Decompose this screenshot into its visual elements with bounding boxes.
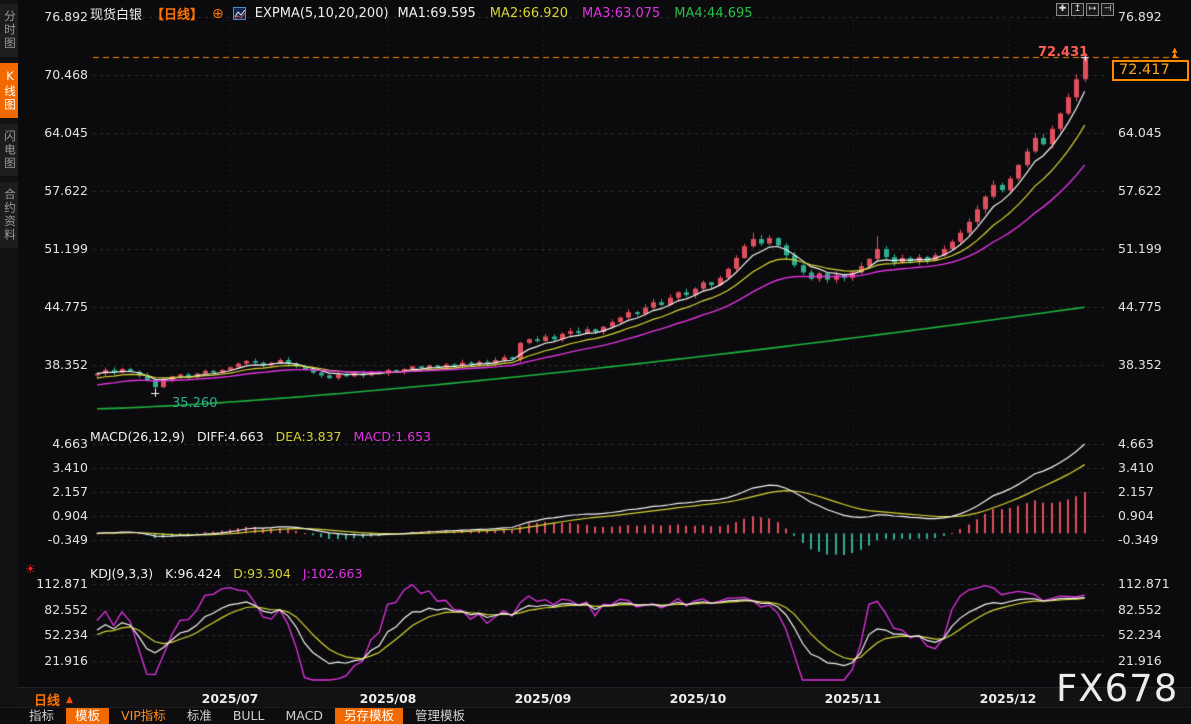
price-axis-label: 51.199 bbox=[44, 240, 88, 256]
kdj-axis-label: 82.552 bbox=[44, 601, 88, 617]
ma-value-4: MA4:44.695 bbox=[674, 6, 753, 21]
price-axis-label: 76.892 bbox=[1118, 9, 1162, 24]
price-axis-label: 44.775 bbox=[1118, 298, 1162, 314]
toolbar-item-6[interactable]: MACD bbox=[276, 708, 331, 724]
kdj-axis-label: 52.234 bbox=[1118, 627, 1162, 643]
price-axis-label: 64.045 bbox=[1118, 124, 1162, 140]
price-axis-label: 44.775 bbox=[44, 298, 88, 314]
macd-axis-label: 4.663 bbox=[1118, 436, 1154, 451]
macd-axis-label: 2.157 bbox=[52, 484, 88, 499]
period-tag: 【日线】 bbox=[151, 8, 204, 23]
price-axis-label: 38.352 bbox=[44, 356, 88, 372]
x-axis-month-label: 2025/12 bbox=[979, 691, 1037, 706]
ma-value-3: MA3:63.075 bbox=[582, 6, 661, 21]
ma-value-2: MA2:66.920 bbox=[489, 6, 569, 21]
toolbar-item-1[interactable]: 指标 bbox=[20, 708, 63, 724]
pan-move-icon[interactable]: ✚ bbox=[1056, 3, 1069, 16]
toolbar-item-7[interactable]: 另存模板 bbox=[334, 708, 403, 724]
kdj-title: KDJ(9,3,3) bbox=[90, 566, 154, 581]
macd-title: MACD(26,12,9) bbox=[90, 429, 185, 444]
x-axis-month-label: 2025/09 bbox=[514, 691, 572, 706]
macd-macd-value: MACD:1.653 bbox=[353, 429, 431, 444]
low-price-annotation: 35.260 bbox=[172, 396, 218, 411]
kdj-axis-label: 52.234 bbox=[44, 627, 88, 643]
sidebar-tab-2[interactable]: K线图 bbox=[0, 62, 18, 118]
expand-right-icon[interactable]: ↦ bbox=[1086, 3, 1099, 16]
x-axis-row: 日线 ▲ 2025/07 2025/08 2025/09 2025/10 2025/11… bbox=[0, 687, 1191, 709]
macd-header[interactable]: MACD(26,12,9) DIFF:4.663 DEA:3.837 MACD:… bbox=[90, 429, 431, 444]
kdj-axis-label: 112.871 bbox=[36, 576, 88, 591]
macd-axis-label: 3.410 bbox=[1118, 460, 1154, 475]
kdj-axis-label: 112.871 bbox=[1118, 576, 1170, 591]
expand-up-icon[interactable]: ↥ bbox=[1071, 3, 1084, 16]
kdj-axis-label: 21.916 bbox=[1118, 652, 1162, 668]
sidebar-tab-3[interactable]: 闪电图 bbox=[0, 123, 18, 176]
toolbar-item-5[interactable]: BULL bbox=[224, 708, 274, 724]
alert-icon[interactable]: ☀ bbox=[25, 562, 36, 576]
price-axis-label: 57.622 bbox=[44, 182, 88, 198]
chart-app: 分时图 K线图闪电图合约资料 现货白银 【日线】 ⊕ EXPMA(5,10,20,… bbox=[0, 0, 1191, 724]
kdj-axis-label: 82.552 bbox=[1118, 601, 1162, 617]
ma-values: MA1:69.595 MA2:66.920 MA3:63.075 MA4:44.695 bbox=[398, 6, 753, 21]
sidebar-tab-4[interactable]: 合约资料 bbox=[0, 182, 18, 248]
macd-axis-label: 0.904 bbox=[1118, 508, 1154, 523]
indicator-icon[interactable] bbox=[232, 7, 246, 20]
price-line-marker-icon[interactable]: ▲ ▲ bbox=[1172, 47, 1178, 59]
toolbar-item-8[interactable]: 管理模板 bbox=[406, 708, 474, 724]
high-price-annotation: 72.431 bbox=[1038, 45, 1089, 60]
macd-dea-value: DEA:3.837 bbox=[275, 429, 342, 444]
macd-diff-value: DIFF:4.663 bbox=[196, 429, 264, 444]
chart-type-sidebar: 分时图 K线图闪电图合约资料 bbox=[0, 0, 18, 724]
x-axis-month-label: 2025/10 bbox=[669, 691, 727, 706]
toolbar-item-3[interactable]: VIP指标 bbox=[112, 708, 175, 724]
kdj-k-value: K:96.424 bbox=[165, 566, 222, 581]
kdj-header[interactable]: KDJ(9,3,3) K:96.424 D:93.304 J:102.663 bbox=[90, 566, 362, 581]
x-axis-month-label: 2025/11 bbox=[824, 691, 882, 706]
x-axis-month-label: 2025/08 bbox=[359, 691, 417, 706]
toolbar-item-4[interactable]: 标准 bbox=[178, 708, 221, 724]
chart-canvas[interactable] bbox=[0, 0, 1191, 724]
macd-axis-label: -0.349 bbox=[1118, 532, 1159, 547]
macd-axis-label: 4.663 bbox=[52, 436, 88, 451]
macd-axis-label: 3.410 bbox=[52, 460, 88, 475]
price-axis-label: 38.352 bbox=[1118, 356, 1162, 372]
sidebar-tab-1[interactable]: 分时图 bbox=[0, 4, 18, 57]
add-indicator-icon[interactable]: ⊕ bbox=[212, 6, 224, 22]
chart-layout-icons: ✚ ↥ ↦ ⊣ bbox=[1056, 3, 1114, 16]
triangle-up-icon: ▲ bbox=[1172, 50, 1178, 59]
x-axis-month-label: 2025/07 bbox=[201, 691, 259, 706]
current-price-tag: 72.417 bbox=[1112, 60, 1189, 81]
bottom-toolbar: 指标 模板 VIP指标 标准 BULL MACD 另存模板 管理模板 bbox=[0, 707, 1191, 724]
price-axis-label: 76.892 bbox=[44, 9, 88, 24]
kdj-axis-label: 21.916 bbox=[44, 652, 88, 668]
price-axis-label: 70.468 bbox=[44, 67, 88, 82]
triangle-up-icon: ▲ bbox=[66, 694, 73, 705]
watermark: FX678 bbox=[1056, 667, 1179, 710]
price-axis-label: 64.045 bbox=[44, 124, 88, 140]
ma-value-1: MA1:69.595 bbox=[397, 6, 476, 21]
macd-axis-label: 2.157 bbox=[1118, 484, 1154, 499]
indicator-label: EXPMA(5,10,20,200) bbox=[254, 6, 389, 21]
price-axis-label: 51.199 bbox=[1118, 240, 1162, 256]
price-axis-label: 57.622 bbox=[1118, 182, 1162, 198]
symbol-name: 现货白银 bbox=[90, 8, 143, 23]
macd-axis-label: 0.904 bbox=[52, 508, 88, 523]
chart-header: 现货白银 【日线】 ⊕ EXPMA(5,10,20,200) MA1:69.59… bbox=[90, 4, 753, 24]
kdj-d-value: D:93.304 bbox=[233, 566, 291, 581]
macd-axis-label: -0.349 bbox=[47, 532, 88, 547]
toolbar-item-2[interactable]: 模板 bbox=[66, 708, 110, 724]
collapse-right-icon[interactable]: ⊣ bbox=[1101, 3, 1114, 16]
kdj-j-value: J:102.663 bbox=[302, 566, 363, 581]
